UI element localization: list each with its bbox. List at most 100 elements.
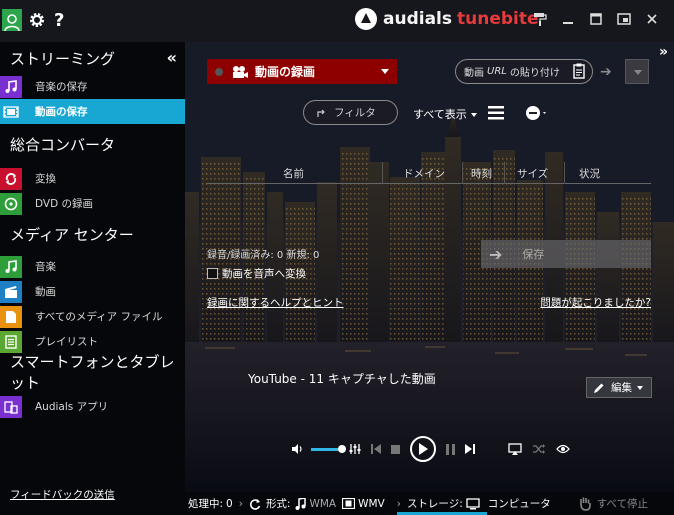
url-paste-input[interactable]: 動画 URL の貼り付け [455, 59, 593, 84]
sidebar-item-all-media[interactable]: すべてのメディア ファイル [0, 304, 185, 329]
sidebar-item-label: 変換 [35, 173, 56, 185]
stop-icon[interactable] [391, 444, 400, 454]
section-title: ストリーミング [10, 49, 116, 68]
save-label: 保存 [522, 248, 545, 261]
convert-to-audio-checkbox[interactable]: 動画を音声へ変換 [207, 266, 306, 281]
stop-all-button[interactable]: すべて停止 [578, 496, 648, 511]
music-note-icon [0, 75, 22, 98]
column-status[interactable]: 状況 [565, 162, 625, 184]
sidebar-item-label: Audials アプリ [35, 401, 109, 413]
filter-arrow-icon [316, 108, 326, 118]
window-controls [526, 12, 666, 26]
sidebar-item-label: 音楽 [35, 261, 56, 273]
sidebar-item-audials-app[interactable]: Audials アプリ [0, 394, 185, 419]
audials-logo-icon [355, 8, 377, 30]
status-dot-icon [215, 67, 223, 76]
cast-icon[interactable] [508, 443, 522, 455]
help-icon[interactable]: ? [54, 9, 64, 31]
arrow-right-icon[interactable]: ➔ [600, 64, 612, 80]
remove-options-icon[interactable] [525, 105, 549, 121]
close-icon[interactable] [638, 13, 666, 25]
brand-logo: audials tunebite [355, 8, 539, 30]
film-clapper-icon [0, 280, 22, 303]
filter-input[interactable]: フィルタ [303, 100, 398, 125]
feedback-link[interactable]: フィードバックの送信 [10, 487, 115, 502]
player-extra-controls [508, 443, 580, 455]
eye-icon[interactable] [556, 444, 570, 454]
play-icon [419, 443, 428, 455]
brand-name: audials [383, 9, 452, 29]
column-name[interactable]: 名前 [207, 162, 383, 184]
video-camera-icon [231, 65, 249, 79]
collapse-sidebar-icon[interactable]: « [167, 48, 177, 67]
sidebar-item-label: 動画の保存 [35, 106, 88, 118]
shuffle-icon[interactable] [532, 443, 546, 455]
sidebar-item-video[interactable]: 動画 [0, 279, 185, 304]
edit-button[interactable]: 編集 [586, 377, 652, 398]
sidebar: ストリーミング « 音楽の保存 動画の保存 総合コンバータ 変換 DVD の録画… [0, 42, 185, 515]
hand-stop-icon [578, 496, 592, 511]
equalizer-icon[interactable] [349, 443, 361, 455]
paint-roller-icon[interactable] [526, 12, 554, 26]
pause-icon[interactable] [446, 443, 455, 455]
recording-help-link[interactable]: 録画に関するヘルプとヒント [207, 295, 344, 310]
show-all-dropdown[interactable]: すべて表示 [413, 106, 477, 122]
dvd-icon [0, 192, 22, 215]
clipboard-icon[interactable] [573, 63, 585, 82]
problem-link[interactable]: 問題が起こりましたか? [540, 295, 651, 310]
table-header: 名前 ドメイン 時刻 サイズ 状況 [207, 162, 651, 184]
edit-label: 編集 [611, 382, 632, 394]
checkbox-icon[interactable] [207, 268, 218, 279]
stop-all-label: すべて停止 [596, 498, 648, 510]
section-title: スマートフォンとタブレット [10, 353, 175, 392]
play-button[interactable] [410, 436, 436, 462]
processing-label: 処理中: [188, 498, 224, 510]
storage-label: ストレージ: [406, 498, 463, 510]
refresh-format-icon[interactable] [249, 498, 261, 510]
convert-label: 動画を音声へ変換 [222, 268, 306, 280]
expand-panel-icon[interactable]: » [659, 44, 668, 60]
arrow-right-icon: ➔ [489, 244, 503, 264]
gear-icon[interactable] [28, 9, 46, 31]
sidebar-item-label: DVD の録画 [35, 198, 94, 210]
format-video[interactable]: WMV [358, 498, 385, 510]
section-title: メディア センター [10, 225, 134, 244]
section-title: 総合コンバータ [10, 135, 116, 154]
maximize-icon[interactable] [582, 13, 610, 25]
url-options-dropdown[interactable] [625, 59, 649, 84]
mode-dropdown[interactable]: 動画の録画 [207, 59, 397, 84]
column-time[interactable]: 時刻 [463, 162, 505, 184]
save-button[interactable]: ➔ 保存 [481, 240, 651, 268]
sidebar-item-dvd[interactable]: DVD の録画 [0, 191, 185, 216]
volume-slider[interactable] [311, 444, 346, 453]
devices-icon [0, 395, 22, 418]
previous-icon[interactable] [371, 444, 381, 454]
section-converter: 総合コンバータ [0, 128, 185, 160]
sidebar-item-save-music[interactable]: 音楽の保存 [0, 74, 185, 99]
volume-icon[interactable] [291, 443, 303, 455]
processing-count: 0 [226, 497, 233, 510]
column-size[interactable]: サイズ [505, 162, 565, 184]
sidebar-item-convert[interactable]: 変換 [0, 166, 185, 191]
url-prefix: 動画 [464, 68, 484, 79]
sidebar-item-music[interactable]: 音楽 [0, 254, 185, 279]
computer-icon [466, 497, 480, 510]
sidebar-item-label: プレイリスト [35, 336, 98, 348]
next-icon[interactable] [465, 444, 475, 454]
format-audio[interactable]: WMA [309, 498, 336, 510]
chevron-right-icon: › [238, 497, 243, 510]
column-domain[interactable]: ドメイン [383, 162, 463, 184]
mode-label: 動画の録画 [255, 65, 316, 79]
film-strip-icon [342, 498, 356, 509]
filter-placeholder: フィルタ [334, 107, 376, 119]
list-view-icon[interactable] [488, 106, 504, 123]
user-icon[interactable] [2, 9, 22, 31]
sidebar-item-save-video[interactable]: 動画の保存 [0, 99, 185, 124]
volume-knob[interactable] [338, 444, 346, 453]
minimize-icon[interactable] [554, 13, 582, 25]
mini-player-icon[interactable] [610, 13, 638, 25]
title-bar-left-tools: ? [2, 9, 64, 31]
storage-value[interactable]: コンピュータ [488, 496, 551, 511]
section-streaming: ストリーミング « [0, 42, 185, 74]
pencil-icon [593, 382, 605, 394]
